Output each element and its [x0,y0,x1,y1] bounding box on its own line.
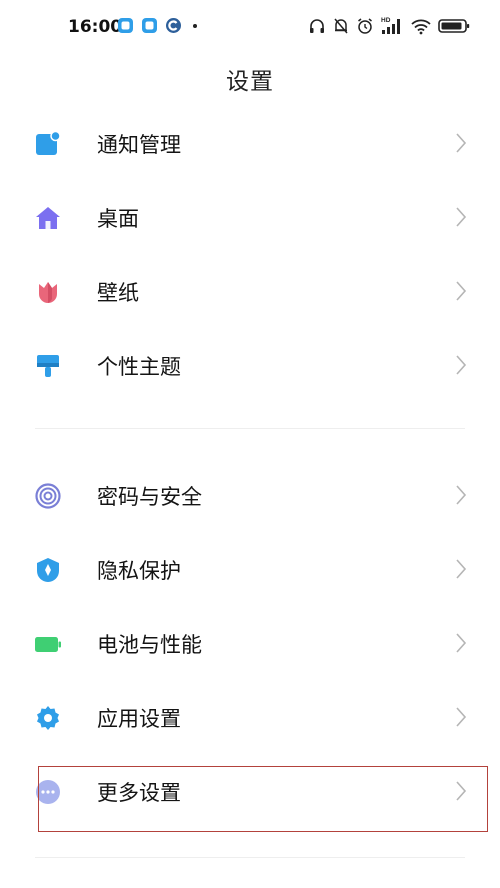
tulip-icon [35,279,61,305]
settings-item-password-security[interactable]: 密码与安全 [0,460,500,530]
battery-performance-icon [35,631,61,657]
section-divider [35,857,465,858]
wifi-icon [411,19,431,35]
settings-item-label: 密码与安全 [97,485,202,509]
settings-item-privacy[interactable]: 隐私保护 [0,534,500,604]
settings-item-wallpaper[interactable]: 壁纸 [0,256,500,326]
settings-item-label: 桌面 [97,207,139,231]
chevron-right-icon [456,559,467,579]
hd-signal-icon: HD [381,17,400,34]
app-notification-icon [166,18,181,33]
privacy-shield-icon [35,557,61,583]
chevron-right-icon [456,281,467,301]
chevron-right-icon [456,133,467,153]
settings-item-notification-management[interactable]: 通知管理 [0,108,500,178]
section-divider [35,428,465,429]
status-bar: 16:00 HD [0,0,500,58]
fingerprint-icon [35,483,61,509]
hd-label: HD [381,17,391,24]
app-notification-icon [142,18,157,33]
headphones-icon [310,19,324,33]
status-time: 16:00 [68,17,123,37]
settings-item-label: 应用设置 [97,707,181,731]
page-title: 设置 [226,69,274,95]
gear-icon [35,705,61,731]
app-notification-icon [118,18,133,33]
chevron-right-icon [456,207,467,227]
status-icons: HD [308,14,470,38]
paint-brush-icon [35,353,61,379]
settings-item-desktop[interactable]: 桌面 [0,182,500,252]
chevron-right-icon [456,633,467,653]
settings-item-label: 电池与性能 [97,633,202,657]
notification-icon [35,131,61,157]
settings-item-label: 壁纸 [97,281,139,305]
chevron-right-icon [456,355,467,375]
settings-item-app-settings[interactable]: 应用设置 [0,682,500,752]
home-icon [35,205,61,231]
settings-item-label: 隐私保护 [97,559,181,583]
chevron-right-icon [456,485,467,505]
notification-dot [193,24,197,28]
settings-item-battery-performance[interactable]: 电池与性能 [0,608,500,678]
mute-bell-icon [334,18,348,34]
chevron-right-icon [456,707,467,727]
settings-item-label: 个性主题 [97,355,181,379]
alarm-icon [358,18,372,34]
highlight-box [38,766,488,832]
settings-item-label: 通知管理 [97,133,181,157]
settings-item-themes[interactable]: 个性主题 [0,330,500,400]
battery-icon [438,19,470,33]
